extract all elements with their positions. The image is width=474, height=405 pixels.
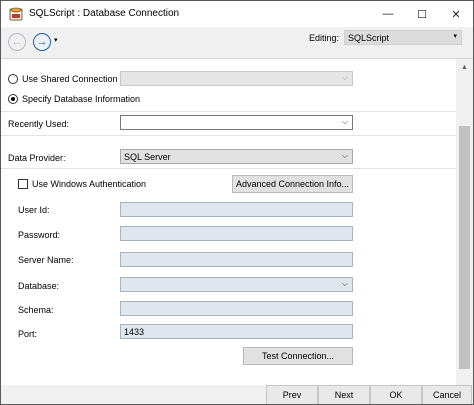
forward-button[interactable]: → (33, 33, 51, 51)
chevron-down-icon: ⌵ (341, 279, 348, 288)
prev-label: Prev (282, 390, 302, 400)
divider (1, 135, 456, 136)
port-input[interactable]: 1433 (120, 324, 353, 339)
toolbar: ← → ▾ Editing: SQLScript ▾ (1, 27, 473, 59)
divider (1, 168, 456, 169)
forward-menu-caret-icon[interactable]: ▾ (54, 36, 58, 44)
back-button[interactable]: ← (8, 33, 26, 51)
shared-connection-select[interactable]: ⌵ (120, 71, 353, 86)
database-select[interactable]: ⌵ (120, 277, 353, 292)
recently-used-select[interactable]: ⌵ (120, 115, 353, 130)
divider (1, 111, 456, 112)
recently-used-label: Recently Used: (8, 119, 70, 129)
editing-select[interactable]: SQLScript ▾ (344, 30, 462, 45)
data-provider-select[interactable]: SQL Server ⌵ (120, 149, 353, 164)
chevron-down-icon: ⌵ (341, 117, 348, 126)
advanced-connection-info-button[interactable]: Advanced Connection Info... (232, 175, 353, 193)
scroll-thumb[interactable] (459, 126, 470, 369)
next-button[interactable]: Next (318, 385, 370, 404)
editing-value: SQLScript (348, 33, 390, 43)
user-id-label: User Id: (18, 205, 50, 215)
next-label: Next (334, 390, 354, 400)
test-connection-button[interactable]: Test Connection... (243, 347, 353, 365)
prev-button[interactable]: Prev (266, 385, 318, 404)
cancel-button[interactable]: Cancel (422, 385, 472, 404)
data-provider-value: SQL Server (124, 152, 171, 162)
scroll-up-icon[interactable]: ▲ (456, 59, 473, 75)
title-bar: SQLScript : Database Connection — ☐ ✕ (1, 1, 473, 27)
forward-arrow-icon: → (36, 36, 48, 48)
chevron-down-icon: ⌵ (341, 151, 348, 160)
windows-authentication-checkbox[interactable] (18, 179, 28, 189)
cancel-label: Cancel (432, 390, 461, 400)
data-provider-label: Data Provider: (8, 153, 66, 163)
database-connection-window: SQLScript : Database Connection — ☐ ✕ ← … (0, 0, 474, 405)
chevron-down-icon: ▾ (453, 33, 457, 40)
maximize-icon: ☐ (417, 8, 427, 21)
test-connection-label: Test Connection... (261, 351, 335, 361)
password-input[interactable] (120, 226, 353, 241)
use-shared-connection-radio[interactable] (8, 74, 18, 84)
user-id-input[interactable] (120, 202, 353, 217)
password-label: Password: (18, 230, 61, 240)
vertical-scrollbar[interactable]: ▲ (456, 59, 473, 385)
back-arrow-icon: ← (11, 36, 23, 48)
port-label: Port: (18, 329, 38, 339)
close-button[interactable]: ✕ (439, 1, 473, 27)
server-name-label: Server Name: (18, 255, 74, 265)
schema-input[interactable] (120, 301, 353, 316)
specify-database-info-radio[interactable] (8, 94, 18, 104)
schema-label: Schema: (18, 305, 54, 315)
window-title: SQLScript : Database Connection (29, 8, 180, 19)
windows-authentication-label: Use Windows Authentication (32, 179, 147, 189)
ok-button[interactable]: OK (370, 385, 422, 404)
specify-database-info-label: Specify Database Information (22, 94, 141, 104)
port-value: 1433 (124, 327, 145, 337)
editing-label: Editing: (309, 33, 340, 43)
database-label: Database: (18, 281, 60, 291)
close-icon: ✕ (451, 8, 461, 21)
minimize-icon: — (382, 8, 394, 20)
wizard-navigation: Prev Next OK Cancel (1, 385, 473, 404)
chevron-down-icon: ⌵ (341, 73, 348, 82)
maximize-button[interactable]: ☐ (405, 1, 439, 27)
server-name-input[interactable] (120, 252, 353, 267)
minimize-button[interactable]: — (371, 1, 405, 27)
ok-label: OK (389, 390, 403, 400)
use-shared-connection-label: Use Shared Connection (22, 74, 118, 84)
database-app-icon (9, 7, 23, 21)
advanced-connection-info-label: Advanced Connection Info... (235, 179, 350, 189)
